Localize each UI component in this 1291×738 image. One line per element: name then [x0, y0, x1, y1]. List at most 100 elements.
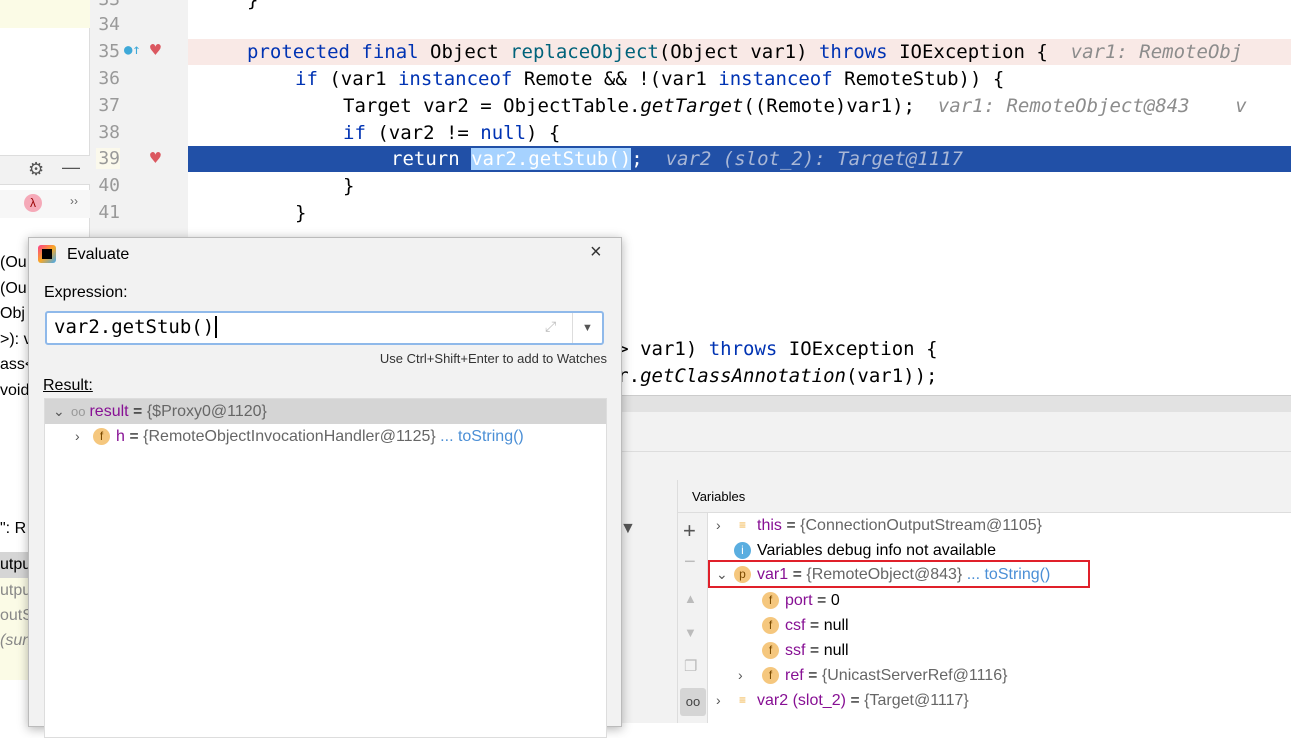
up-icon[interactable]: ▲ — [684, 591, 697, 606]
var-eq: = — [781, 517, 801, 534]
list-icon: ≡ — [738, 693, 746, 708]
variable-row[interactable]: › f ref = {UnicastServerRef@1116} — [738, 663, 1007, 688]
tostring-link[interactable]: ... toString() — [962, 566, 1051, 583]
expression-value: var2.getStub() — [54, 316, 218, 338]
field-icon: f — [762, 592, 779, 610]
var-eq: = — [803, 667, 822, 684]
var-value: {RemoteObject@843} — [806, 566, 963, 583]
variable-row[interactable]: f ssf = null — [762, 638, 849, 663]
collapse-icon[interactable]: ⌄ — [716, 562, 734, 587]
var-value: {Target@1117} — [864, 692, 969, 709]
down-icon[interactable]: ▼ — [684, 625, 697, 640]
code-text: } — [247, 0, 259, 11]
close-icon[interactable]: × — [590, 241, 602, 264]
field-icon: f — [762, 642, 779, 660]
breakpoint-icon[interactable]: ♥ — [150, 40, 161, 61]
var-name: csf — [785, 617, 806, 634]
code-token: RemoteStub)) { — [844, 68, 1005, 90]
parameter-icon: p — [734, 566, 751, 584]
code-token: IOException { — [899, 41, 1048, 63]
variable-row[interactable]: › ≡ var2 (slot_2) = {Target@1117} — [716, 688, 969, 713]
field-icon: f — [762, 667, 779, 685]
code-token: if — [295, 68, 330, 90]
code-token: protected final — [247, 41, 431, 63]
line-number: 38 — [98, 122, 120, 143]
code-token: throws — [818, 41, 900, 63]
var-name: var1 — [757, 566, 789, 583]
line-number: 35 — [98, 41, 120, 62]
code-line-38: if (var2 != null) { — [188, 120, 1291, 146]
var-eq: = — [805, 617, 824, 634]
result-name: result — [89, 403, 129, 420]
var-name: port — [785, 592, 813, 609]
code-token: (var2 != — [377, 122, 481, 144]
watch-glasses-icon: oo — [71, 404, 86, 419]
var-value: {UnicastServerRef@1116} — [821, 667, 1008, 684]
variable-row[interactable]: f port = 0 — [762, 588, 840, 613]
variable-row-highlighted[interactable]: ⌄ p var1 = {RemoteObject@843} ... toString… — [708, 560, 1090, 588]
result-child-row[interactable]: › f h = {RemoteObjectInvocationHandler@112… — [75, 424, 524, 449]
code-line-35: protected final Object replaceObject(Obj… — [188, 39, 1291, 65]
variables-toolbar: + − ▲ ▼ ❐ oo — [678, 513, 708, 723]
code-token: Remote && !(var1 — [523, 68, 719, 90]
code-token: getClassAnnotation — [640, 365, 846, 387]
expand-icon[interactable]: › — [716, 688, 734, 713]
child-name: h — [116, 428, 125, 445]
filter-icon[interactable]: ▼ — [620, 520, 636, 538]
var-value: null — [823, 617, 849, 634]
result-row[interactable]: ⌄ oo result = {$Proxy0@1120} — [45, 399, 606, 424]
expand-icon[interactable]: › — [738, 663, 762, 688]
info-text: Variables debug info not available — [757, 542, 996, 559]
var-name: ref — [785, 667, 804, 684]
collapse-icon[interactable]: ⌄ — [53, 399, 71, 424]
code-token: ((Remote)var1); — [743, 95, 915, 117]
code-line-36: if (var1 instanceof Remote && !(var1 ins… — [188, 66, 1291, 92]
code-line-lower: Loader.getClassAnnotation(var1)); — [560, 363, 1291, 389]
var-name: ssf — [785, 642, 806, 659]
intellij-logo-icon — [38, 245, 56, 263]
line-number: 34 — [98, 14, 120, 35]
watches-toggle-icon[interactable]: oo — [680, 688, 706, 716]
var-eq: = — [812, 592, 831, 609]
var-eq: = — [805, 642, 824, 659]
inline-value-hint: var1: RemoteObj — [1070, 41, 1243, 63]
history-dropdown-icon[interactable]: ▼ — [572, 313, 602, 343]
remove-icon[interactable]: − — [684, 551, 696, 574]
breakpoint-icon[interactable]: ♥ — [150, 148, 161, 169]
line-number: 37 — [98, 95, 120, 116]
dialog-title: Evaluate — [67, 246, 130, 263]
expand-editor-icon[interactable]: ⤢ — [545, 318, 556, 335]
result-tree[interactable]: ⌄ oo result = {$Proxy0@1120} › f h = {Remote… — [44, 398, 607, 738]
code-line-39: return var2.getStub(); var2 (slot_2): Ta… — [188, 146, 1291, 172]
var-eq: = — [788, 566, 807, 583]
expression-label: Expression: — [44, 284, 128, 301]
override-icon[interactable]: ●↑ — [124, 42, 141, 58]
code-token: (var1 — [329, 68, 398, 90]
code-token: Object — [430, 41, 511, 63]
evaluate-dialog: Evaluate × Expression: var2.getStub() ⤢ … — [28, 237, 622, 738]
field-icon: f — [93, 428, 110, 446]
list-icon: ≡ — [738, 518, 746, 533]
expression-input[interactable]: var2.getStub() ⤢ ▼ — [45, 311, 604, 345]
add-watch-icon[interactable]: + — [683, 518, 696, 544]
expand-icon[interactable]: › — [75, 424, 93, 449]
var-name: var2 (slot_2) — [757, 692, 846, 709]
code-token: instanceof — [718, 68, 845, 90]
code-token: ; — [631, 148, 643, 170]
tostring-link[interactable]: ... toString() — [440, 428, 524, 445]
variable-row[interactable]: f csf = null — [762, 613, 849, 638]
code-token: return — [391, 148, 472, 170]
var-value: 0 — [830, 592, 840, 609]
code-line-41: } — [295, 202, 307, 224]
code-token: throws — [708, 338, 789, 360]
variable-row[interactable]: › ≡ this = {ConnectionOutputStream@1105} — [716, 513, 1042, 538]
expand-icon[interactable]: › — [716, 513, 734, 538]
inline-value-hint: var2 (slot_2): Target@1117 — [665, 148, 963, 170]
code-line-40: } — [343, 175, 355, 197]
var-name: this — [757, 517, 782, 534]
code-token: getTarget — [640, 95, 744, 117]
code-line-37: Target var2 = ObjectTable.getTarget((Rem… — [188, 93, 1291, 119]
code-token: replaceObject — [510, 41, 659, 63]
copy-icon[interactable]: ❐ — [684, 657, 697, 675]
code-token: (var1)); — [845, 365, 938, 387]
